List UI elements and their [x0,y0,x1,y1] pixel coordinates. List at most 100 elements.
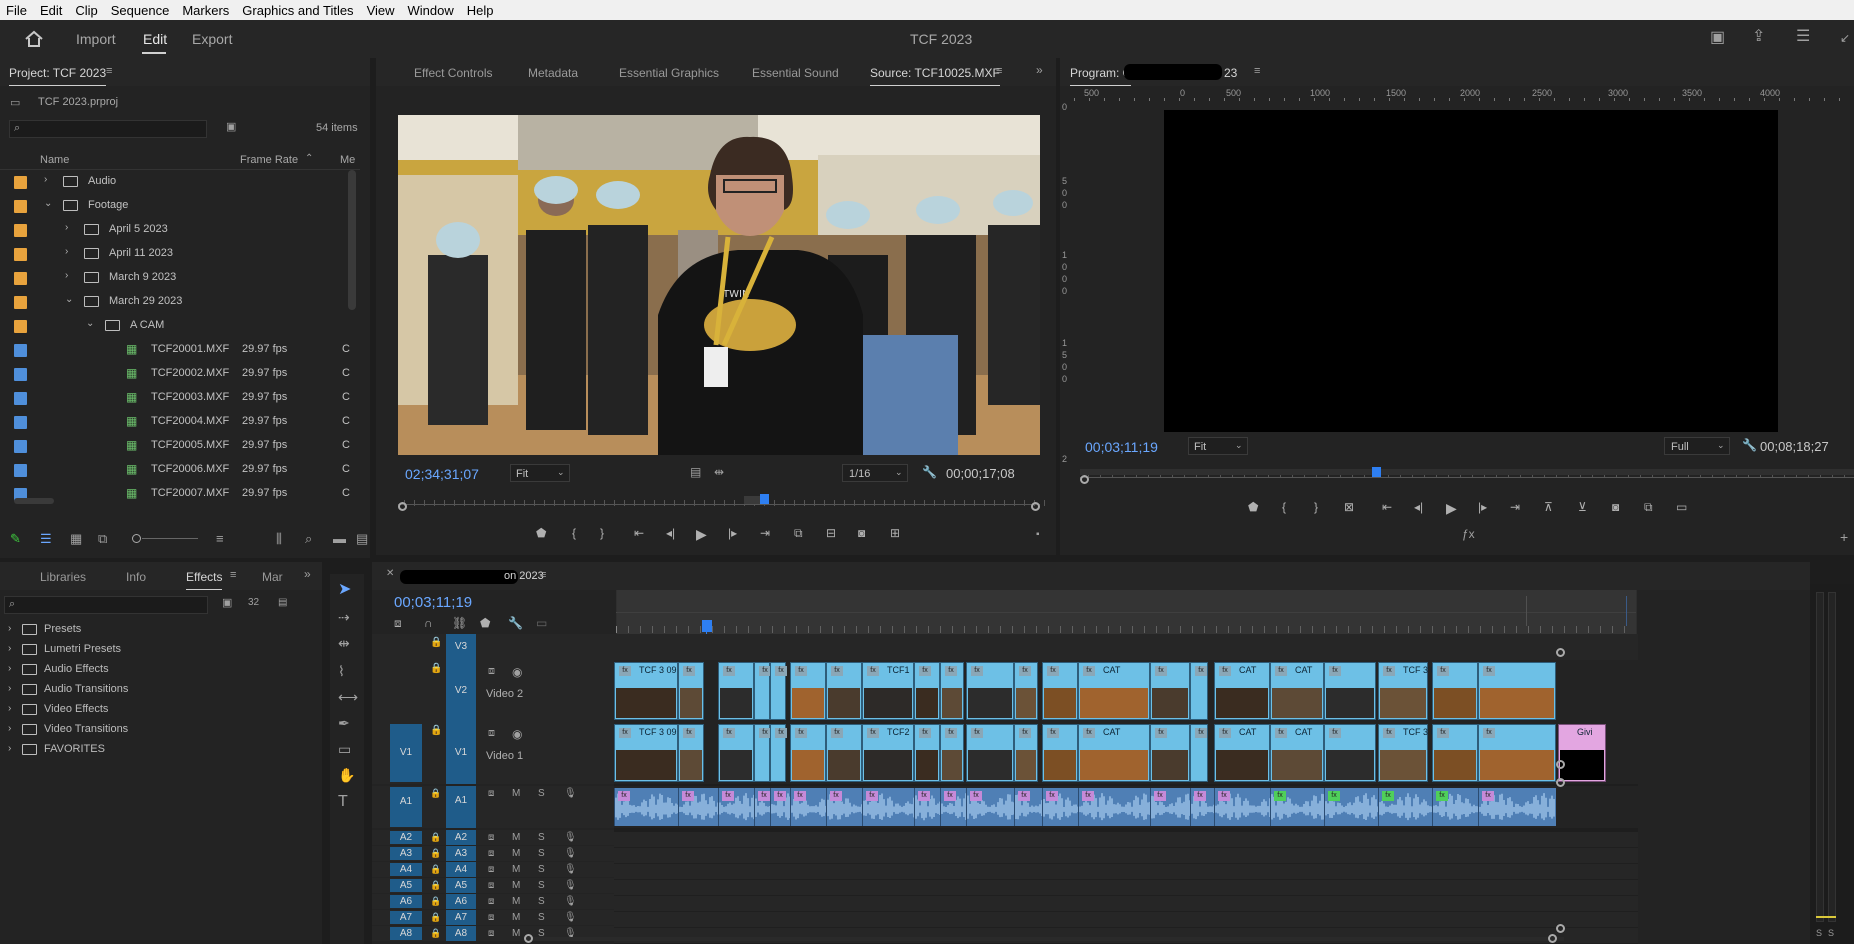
sort-ascending-icon[interactable]: ⌃ [305,154,313,164]
microphone-icon[interactable]: 🎙 [564,913,577,923]
mute-button[interactable]: M [512,865,520,875]
wrench-icon[interactable]: 🔧 [508,616,523,630]
chevron-down-icon[interactable]: ⌄ [86,318,94,329]
audio-clip-edge[interactable] [1190,788,1191,826]
add-button-icon[interactable]: + [1840,530,1848,544]
audio-clip-edge[interactable] [914,788,915,826]
mute-button[interactable]: M [512,833,520,843]
add-marker-icon[interactable]: ⬟ [536,526,546,540]
solo-button[interactable]: S [538,833,545,843]
program-scrub-bar[interactable] [1080,461,1854,489]
linked-selection-icon[interactable]: ⛓ [452,616,467,630]
video-clip[interactable]: fxCAT 2000 [1014,662,1079,720]
solo-button[interactable]: S [538,881,545,891]
selection-tool-icon[interactable]: ➤ [338,582,351,598]
effects-category[interactable]: › Presets [0,620,320,640]
project-bin[interactable]: › Audio [0,170,352,194]
video-clip[interactable]: fx [1432,724,1478,782]
project-bin[interactable]: ⌄ Footage [0,194,352,218]
ripple-edit-tool-icon[interactable]: ⇹ [338,636,350,650]
video-clip[interactable]: fx [1150,662,1190,720]
audio-clip-edge[interactable] [1324,788,1325,826]
chevron-right-icon[interactable]: › [8,623,11,634]
project-search-input[interactable]: ⌕ [9,120,207,138]
video-clip[interactable]: fx [770,724,787,782]
menu-help[interactable]: Help [461,3,501,18]
mute-button[interactable]: M [512,881,520,891]
drag-video-icon[interactable]: ⇹ [714,466,724,478]
video-clip[interactable]: fx TCF2 [862,724,914,782]
solo-left-button[interactable]: S [1816,928,1822,938]
project-scrollbar[interactable] [348,170,356,310]
source-zoom-select[interactable]: Fit ⌄ [510,464,570,482]
video-clip[interactable]: fx [1042,662,1078,720]
audio-clip-edge[interactable] [826,788,827,826]
audio-clip-edge[interactable] [770,788,771,826]
effects-panel-menu-icon[interactable]: ≡ [230,570,236,581]
sort-icons-icon[interactable]: ≡ [216,532,224,545]
mark-out-icon[interactable]: } [1314,500,1318,514]
source-patch-audio[interactable]: A8 [390,927,422,940]
tab-libraries[interactable]: Libraries [40,570,86,584]
mark-out-icon[interactable]: } [600,526,604,540]
toggle-sync-lock-icon[interactable]: ⧈ [488,865,494,875]
overwrite-icon[interactable]: ⊟ [826,526,836,540]
audio-clip-edge[interactable] [790,788,791,826]
video-clip[interactable]: fx [754,724,771,782]
find-icon[interactable]: ⌕ [305,532,312,545]
solo-button[interactable]: S [538,849,545,859]
label-color-swatch[interactable] [14,464,27,477]
track-target-a2[interactable]: A2 [446,830,476,845]
video-clip[interactable]: fx [966,662,1014,720]
insert-nest-icon[interactable]: ⧈ [394,616,402,631]
project-bin[interactable]: ⌄ A CAM [0,314,352,338]
video-clip[interactable]: fxCAT [1190,662,1232,720]
button-editor-icon[interactable]: ⊞ [890,526,900,540]
label-color-swatch[interactable] [14,320,27,333]
tab-markers[interactable]: Mar [262,570,283,584]
audio-clip-edge[interactable] [1014,788,1015,826]
menu-clip[interactable]: Clip [69,3,104,18]
captions-icon[interactable]: ▭ [536,616,547,630]
work-area-bar[interactable] [617,590,1637,634]
tab-info[interactable]: Info [126,570,146,584]
video-clip[interactable]: fx TCF1 [862,662,914,720]
project-clip-item[interactable]: ▦ TCF20002.MXF 29.97 fps C [0,362,352,386]
mute-button[interactable]: M [512,789,520,799]
pen-tool-icon[interactable]: ✒ [338,716,350,730]
effects-category[interactable]: › Video Effects [0,700,320,720]
microphone-icon[interactable]: 🎙 [564,865,577,875]
menu-graphics-titles[interactable]: Graphics and Titles [236,3,360,18]
mute-button[interactable]: M [512,897,520,907]
audio-clip-edge[interactable] [1042,788,1043,826]
label-color-swatch[interactable] [14,272,27,285]
solo-button[interactable]: S [538,789,545,799]
step-forward-icon[interactable]: |▸ [728,526,737,540]
solo-right-button[interactable]: S [1828,928,1834,938]
video-clip[interactable]: fx [966,724,1014,782]
chevron-right-icon[interactable]: › [65,222,68,233]
source-scrub-bar[interactable] [398,490,1046,518]
chevron-right-icon[interactable]: › [8,743,11,754]
vr-view-icon[interactable]: ▭ [1676,500,1687,514]
mark-in-icon[interactable]: { [1282,500,1286,514]
mute-button[interactable]: M [512,929,520,939]
project-clip-item[interactable]: ▦ TCF20005.MXF 29.97 fps C [0,434,352,458]
toggle-sync-lock-icon[interactable]: ⧈ [488,666,495,677]
program-playhead[interactable] [1372,467,1381,477]
tab-metadata[interactable]: Metadata [528,66,578,80]
effects-category[interactable]: › FAVORITES [0,740,320,760]
wrench-icon[interactable]: 🔧 [1742,439,1757,451]
chevron-right-icon[interactable]: › [8,723,11,734]
lock-icon[interactable]: 🔒 [430,881,441,890]
export-frame-icon[interactable]: ◙ [1612,500,1619,514]
panel-menu-icon[interactable]: ≡ [106,66,112,77]
timeline-vscroll[interactable] [1556,648,1566,938]
video-clip[interactable]: fxTCF [940,662,983,720]
toggle-sync-lock-icon[interactable]: ⧈ [488,728,495,739]
microphone-icon[interactable]: 🎙 [564,833,577,843]
video-clip[interactable]: fx [754,662,771,720]
audio-clip-edge[interactable] [1270,788,1271,826]
zoom-slider[interactable] [132,534,198,544]
audio-clip-edge[interactable] [940,788,941,826]
